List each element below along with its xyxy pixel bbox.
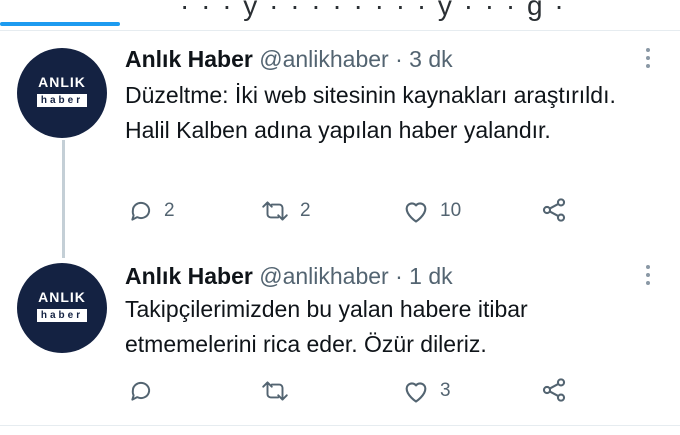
avatar[interactable]: ANLIK haber — [17, 48, 107, 138]
heart-icon — [405, 202, 427, 223]
author-handle[interactable]: @anlikhaber — [259, 46, 388, 72]
reply-count: 2 — [164, 200, 175, 221]
reply-button[interactable] — [128, 377, 164, 405]
reply-button[interactable]: 2 — [128, 197, 175, 225]
tweet-header: Anlık Haber @anlikhaber · 1 dk — [125, 263, 453, 290]
author-handle[interactable]: @anlikhaber — [259, 263, 388, 289]
reply-icon — [131, 381, 151, 401]
tweet-text: Takipçilerimizden bu yalan habere itibar… — [125, 296, 528, 357]
tweet-header: Anlık Haber @anlikhaber · 3 dk — [125, 46, 453, 73]
tweet-time[interactable]: 1 dk — [409, 263, 452, 289]
avatar-logo-text: ANLIK — [38, 289, 86, 305]
tweet-time[interactable]: 3 dk — [409, 46, 452, 72]
retweet-button[interactable]: 2 — [260, 197, 311, 225]
retweet-count: 2 — [300, 200, 311, 221]
reply-icon — [131, 201, 151, 221]
more-options-icon[interactable] — [640, 48, 656, 74]
header-separator: · — [395, 46, 403, 72]
share-button[interactable] — [540, 376, 568, 404]
share-icon — [542, 378, 566, 402]
like-count: 10 — [440, 200, 462, 221]
like-button[interactable]: 10 — [402, 197, 461, 225]
avatar[interactable]: ANLIK haber — [17, 263, 107, 353]
thread-connector-line — [62, 140, 65, 258]
retweet-button[interactable] — [260, 377, 300, 405]
share-button[interactable] — [540, 196, 568, 224]
header-separator: · — [395, 263, 403, 289]
author-name[interactable]: Anlık Haber — [125, 263, 253, 289]
tweet-text: Düzeltme: İki web sitesinin kaynakları a… — [125, 82, 616, 143]
avatar-logo-subtext: haber — [36, 94, 88, 107]
author-name[interactable]: Anlık Haber — [125, 46, 253, 72]
cut-off-tab-text: · · · y · · · · · · · · y · · · g · — [180, 0, 566, 21]
top-tab-bar: · · · y · · · · · · · · y · · · g · — [0, 0, 680, 31]
heart-icon — [405, 382, 427, 403]
avatar-logo-subtext: haber — [36, 309, 88, 322]
avatar-logo-text: ANLIK — [38, 74, 86, 90]
active-tab-indicator — [0, 22, 120, 26]
like-count: 3 — [440, 380, 451, 401]
divider — [0, 425, 680, 426]
like-button[interactable]: 3 — [402, 377, 451, 405]
retweet-icon — [262, 381, 288, 401]
share-icon — [542, 198, 566, 222]
retweet-icon — [262, 201, 288, 221]
more-options-icon[interactable] — [640, 265, 656, 291]
